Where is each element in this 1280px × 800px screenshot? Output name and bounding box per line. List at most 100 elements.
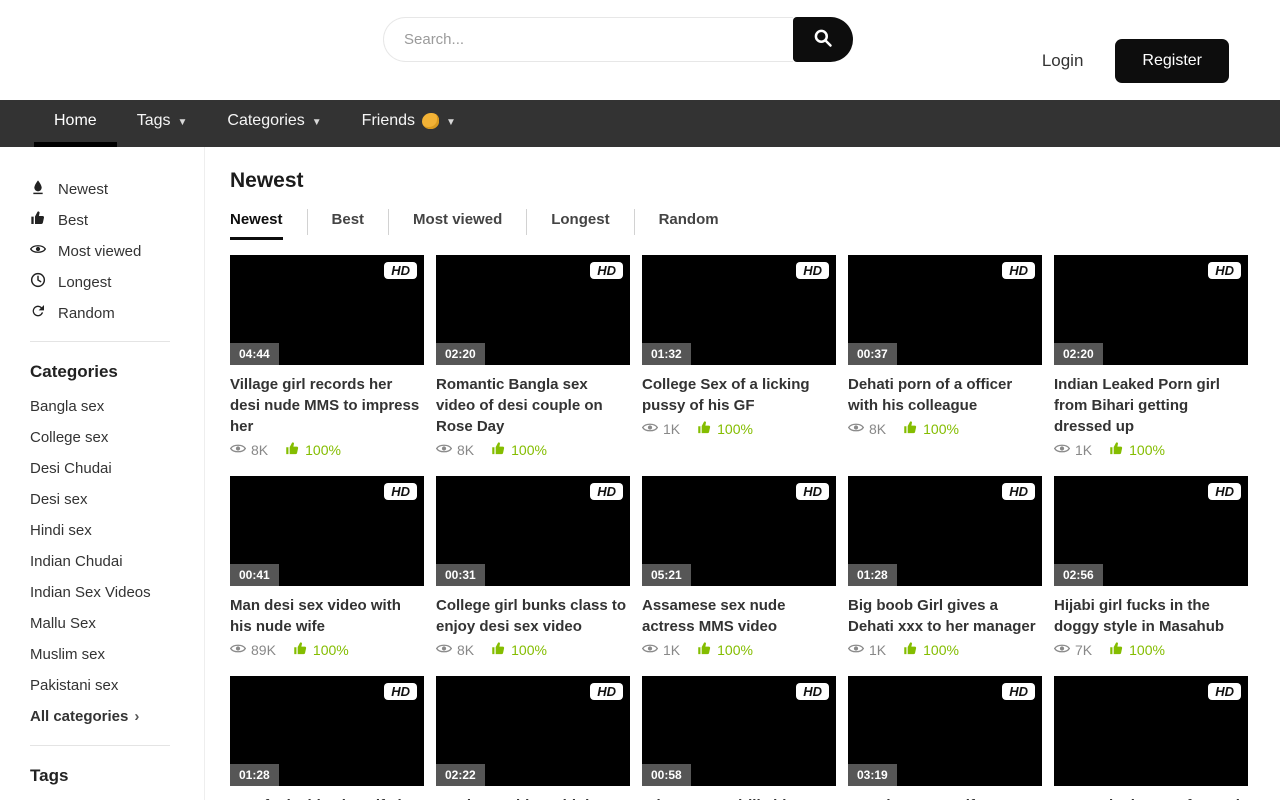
search-input[interactable] <box>383 17 793 62</box>
video-title[interactable]: College Sex of a licking pussy of his GF <box>642 374 836 416</box>
views-count: 1K <box>663 421 680 437</box>
video-title[interactable]: Village girl records her desi nude MMS t… <box>230 374 424 437</box>
login-link[interactable]: Login <box>1042 51 1084 71</box>
sidebar-sort-most-viewed[interactable]: Most viewed <box>30 242 204 260</box>
video-thumbnail[interactable]: HD 03:19 <box>848 676 1042 786</box>
tab-newest[interactable]: Newest <box>230 211 283 240</box>
video-card[interactable]: HD Hot Leaked Porn of a Desi Couple <box>1054 676 1248 800</box>
sidebar-category-college-sex[interactable]: College sex <box>30 429 204 447</box>
hd-badge: HD <box>796 483 829 500</box>
views-count: 1K <box>663 642 680 658</box>
video-title[interactable]: Man fucks his slut wife in Dehati sex <box>230 795 424 800</box>
sidebar-category-muslim-sex[interactable]: Muslim sex <box>30 646 204 664</box>
tab-best[interactable]: Best <box>332 211 365 240</box>
video-card[interactable]: HD 05:21 Assamese sex nude actress MMS v… <box>642 476 836 659</box>
video-card[interactable]: HD 02:20 Romantic Bangla sex video of de… <box>436 255 630 459</box>
video-thumbnail[interactable]: HD 01:28 <box>848 476 1042 586</box>
sidebar-category-indian-chudai[interactable]: Indian Chudai <box>30 553 204 571</box>
page-title: Newest <box>230 169 1250 193</box>
nav-item-home[interactable]: Home <box>34 100 117 147</box>
register-button[interactable]: Register <box>1115 39 1229 83</box>
hd-badge: HD <box>384 483 417 500</box>
video-card[interactable]: HD 01:32 College Sex of a licking pussy … <box>642 255 836 459</box>
video-title[interactable]: Man desi sex video with his nude wife <box>230 595 424 637</box>
sidebar-sort-random[interactable]: Random <box>30 304 204 322</box>
video-thumbnail[interactable]: HD 02:20 <box>436 255 630 365</box>
nav-item-categories[interactable]: Categories▼ <box>207 100 341 147</box>
sidebar-category-hindi-sex[interactable]: Hindi sex <box>30 522 204 540</box>
sidebar-category-indian-sex-videos[interactable]: Indian Sex Videos <box>30 584 204 602</box>
duration-badge: 03:19 <box>848 764 897 786</box>
video-thumbnail[interactable]: HD <box>1054 676 1248 786</box>
video-card[interactable]: HD 00:37 Dehati porn of a officer with h… <box>848 255 1042 459</box>
nav-item-label: Friends <box>362 112 415 130</box>
video-title[interactable]: Dehati porn of a officer with his collea… <box>848 374 1042 416</box>
chevron-down-icon: ▼ <box>312 117 322 128</box>
search-button[interactable] <box>793 17 853 62</box>
views-eye-icon <box>436 442 452 458</box>
video-title[interactable]: Outdoor xvideo with hot randi <box>436 795 630 800</box>
hd-badge: HD <box>590 483 623 500</box>
video-stats: 89K 100% <box>230 641 424 659</box>
video-thumbnail[interactable]: HD 00:58 <box>642 676 836 786</box>
video-title[interactable]: Big boob Girl gives a Dehati xxx to her … <box>848 595 1042 637</box>
video-thumbnail[interactable]: HD 00:31 <box>436 476 630 586</box>
sidebar-category-pakistani-sex[interactable]: Pakistani sex <box>30 677 204 695</box>
video-title[interactable]: College girl bunks class to enjoy desi s… <box>436 595 630 637</box>
video-title[interactable]: Assamese sex nude actress MMS video <box>642 595 836 637</box>
video-thumbnail[interactable]: HD 01:32 <box>642 255 836 365</box>
thumbs-up-icon <box>903 420 918 438</box>
video-card[interactable]: HD 00:41 Man desi sex video with his nud… <box>230 476 424 659</box>
video-title[interactable]: Hijabi girl fucks in the doggy style in … <box>1054 595 1248 637</box>
video-thumbnail[interactable]: HD 00:37 <box>848 255 1042 365</box>
tab-random[interactable]: Random <box>659 211 719 240</box>
video-stats: 1K 100% <box>848 641 1042 659</box>
video-thumbnail[interactable]: HD 05:21 <box>642 476 836 586</box>
video-card[interactable]: HD 04:44 Village girl records her desi n… <box>230 255 424 459</box>
sidebar-all-categories[interactable]: All categories› <box>30 708 204 726</box>
nav-item-tags[interactable]: Tags▼ <box>117 100 208 147</box>
video-thumbnail[interactable]: HD 00:41 <box>230 476 424 586</box>
video-stats: 7K 100% <box>1054 641 1248 659</box>
video-card[interactable]: HD 01:28 Man fucks his slut wife in Deha… <box>230 676 424 800</box>
views-count: 1K <box>1075 442 1092 458</box>
sidebar-category-bangla-sex[interactable]: Bangla sex <box>30 398 204 416</box>
sort-label: Longest <box>58 274 111 291</box>
video-card[interactable]: HD 02:20 Indian Leaked Porn girl from Bi… <box>1054 255 1248 459</box>
video-thumbnail[interactable]: HD 01:28 <box>230 676 424 786</box>
video-card[interactable]: HD 00:58 A horny guy drills his GF tight… <box>642 676 836 800</box>
video-card[interactable]: HD 03:19 Rough Sex An wife bounces on he… <box>848 676 1042 800</box>
tab-longest[interactable]: Longest <box>551 211 609 240</box>
tab-separator <box>634 209 635 235</box>
video-card[interactable]: HD 02:56 Hijabi girl fucks in the doggy … <box>1054 476 1248 659</box>
video-card[interactable]: HD 01:28 Big boob Girl gives a Dehati xx… <box>848 476 1042 659</box>
sidebar-category-desi-chudai[interactable]: Desi Chudai <box>30 460 204 478</box>
video-thumbnail[interactable]: HD 02:56 <box>1054 476 1248 586</box>
views-count: 8K <box>457 442 474 458</box>
hd-badge: HD <box>1002 683 1035 700</box>
duration-badge: 02:22 <box>436 764 485 786</box>
video-thumbnail[interactable]: HD 02:20 <box>1054 255 1248 365</box>
sort-label: Best <box>58 212 88 229</box>
video-title[interactable]: Indian Leaked Porn girl from Bihari gett… <box>1054 374 1248 437</box>
video-card[interactable]: HD 00:31 College girl bunks class to enj… <box>436 476 630 659</box>
categories-heading: Categories <box>30 362 204 382</box>
nav-item-friends[interactable]: Friends▼ <box>342 100 476 147</box>
video-title[interactable]: A horny guy drills his GF tight pussy at… <box>642 795 836 800</box>
clock-icon <box>30 272 46 292</box>
video-title[interactable]: Rough Sex An wife bounces on her devar d… <box>848 795 1042 800</box>
views-eye-icon <box>1054 442 1070 458</box>
video-thumbnail[interactable]: HD 04:44 <box>230 255 424 365</box>
hd-badge: HD <box>590 262 623 279</box>
sidebar-sort-longest[interactable]: Longest <box>30 273 204 291</box>
nav-item-label: Tags <box>137 112 171 130</box>
sidebar-category-mallu-sex[interactable]: Mallu Sex <box>30 615 204 633</box>
video-title[interactable]: Romantic Bangla sex video of desi couple… <box>436 374 630 437</box>
sidebar-sort-newest[interactable]: Newest <box>30 180 204 198</box>
tab-most-viewed[interactable]: Most viewed <box>413 211 502 240</box>
sidebar-sort-best[interactable]: Best <box>30 211 204 229</box>
video-card[interactable]: HD 02:22 Outdoor xvideo with hot randi <box>436 676 630 800</box>
video-title[interactable]: Hot Leaked Porn of a Desi Couple <box>1054 795 1248 800</box>
video-thumbnail[interactable]: HD 02:22 <box>436 676 630 786</box>
sidebar-category-desi-sex[interactable]: Desi sex <box>30 491 204 509</box>
